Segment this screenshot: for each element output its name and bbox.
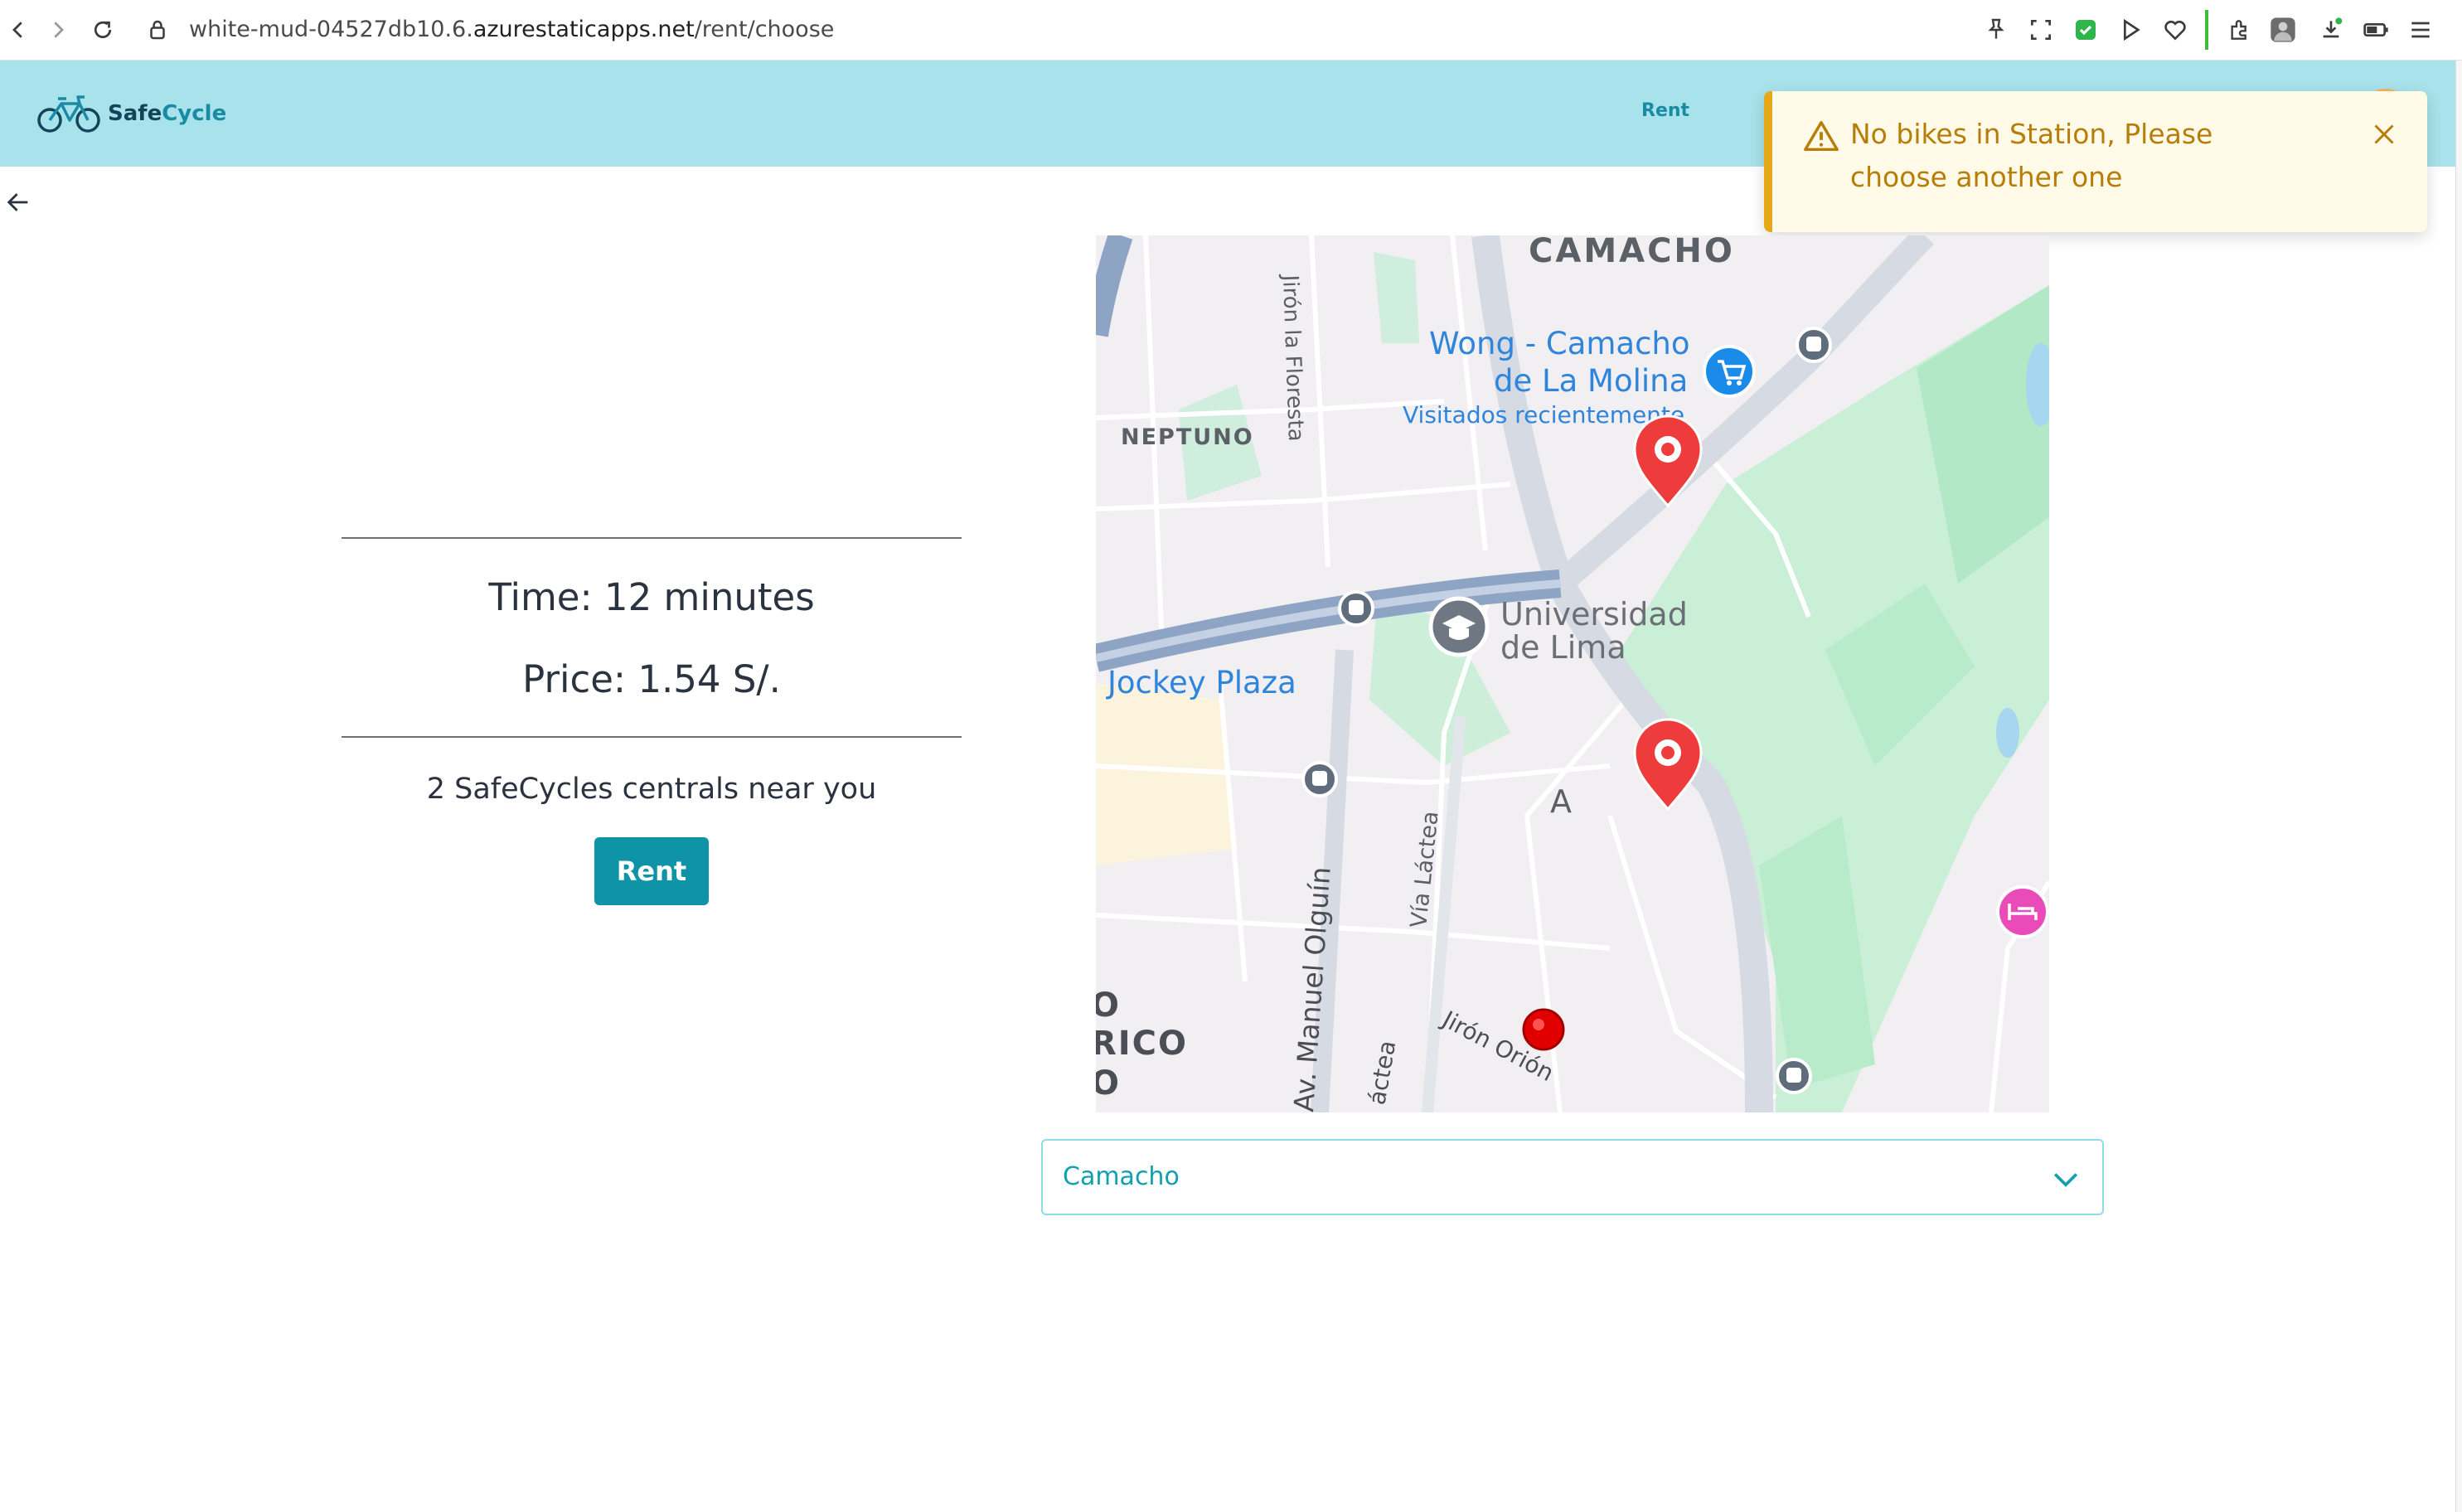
station-select-value: Camacho (1063, 1162, 1180, 1191)
hotel-icon (1996, 885, 2049, 938)
map-label-university-2: de Lima (1500, 629, 1626, 666)
bus-stop-icon (1338, 590, 1374, 627)
browser-forward-icon[interactable] (40, 12, 76, 48)
divider-top (342, 537, 962, 539)
battery-icon[interactable] (2359, 13, 2392, 46)
graduation-cap-icon (1428, 596, 1490, 657)
browser-reload-icon[interactable] (85, 12, 121, 48)
map-label-wong-2: de La Molina (1494, 363, 1688, 399)
extensions-icon[interactable] (2223, 13, 2256, 46)
bus-stop-icon (1796, 327, 1832, 363)
address-bar[interactable]: white-mud-04527db10.6.azurestaticapps.ne… (189, 13, 834, 46)
lock-icon[interactable] (139, 12, 176, 48)
safecycle-logo[interactable]: SafeCycle (36, 92, 226, 135)
chevron-down-icon (2053, 1173, 2078, 1187)
pin-tab-icon[interactable] (1980, 13, 2013, 46)
map-label-camacho: CAMACHO (1529, 235, 1735, 270)
menu-icon[interactable] (2404, 13, 2437, 46)
url-host: azurestaticapps.net (473, 17, 695, 42)
divider-bottom (342, 736, 962, 738)
rental-summary: Time: 12 minutes Price: 1.54 S/. 2 SafeC… (342, 537, 962, 905)
toast-message: No bikes in Station, Please choose anoth… (1850, 118, 2213, 193)
logo-text: SafeCycle (108, 101, 226, 126)
profile-avatar-icon[interactable] (2266, 13, 2300, 46)
close-icon (2374, 124, 2394, 144)
warning-toast: No bikes in Station, Please choose anoth… (1764, 91, 2427, 232)
map-label-rico-2: RICO (1096, 1025, 1188, 1063)
divider (2205, 10, 2208, 50)
station-map[interactable]: CAMACHO Wong - Camacho de La Molina Visi… (1096, 235, 2049, 1112)
station-select[interactable]: Camacho (1041, 1139, 2104, 1215)
map-label-wong-1: Wong - Camacho (1429, 326, 1690, 361)
screenshot-icon[interactable] (2024, 13, 2057, 46)
toast-close-button[interactable] (2366, 116, 2402, 153)
map-label-rico-1: O (1096, 986, 1119, 1025)
map-label-neptuno: NEPTUNO (1121, 424, 1254, 450)
user-location-icon (1522, 1008, 1565, 1051)
bicycle-icon (37, 95, 100, 133)
logo-text-safe: Safe (108, 101, 162, 126)
map-label-a: A (1550, 783, 1572, 820)
map-label-university-1: Universidad (1500, 596, 1688, 632)
rental-time: Time: 12 minutes (488, 575, 815, 619)
back-button[interactable] (0, 184, 36, 220)
map-canvas: CAMACHO Wong - Camacho de La Molina Visi… (1096, 235, 2049, 1112)
bus-stop-icon (1776, 1058, 1812, 1094)
rental-price: Price: 1.54 S/. (522, 657, 781, 701)
logo-text-cycle: Cycle (162, 101, 227, 126)
shopping-cart-icon (1703, 345, 1756, 398)
window-edge (2455, 61, 2462, 1512)
map-label-visited: Visitados recientemente (1403, 401, 1684, 429)
bus-stop-icon (1301, 761, 1338, 797)
download-icon[interactable] (2314, 13, 2348, 46)
browser-back-icon[interactable] (0, 12, 36, 48)
arrow-left-icon (7, 193, 28, 211)
rent-button[interactable]: Rent (594, 837, 709, 905)
shield-check-icon[interactable] (2069, 13, 2102, 46)
map-label-jockey: Jockey Plaza (1106, 665, 1296, 700)
map-label-rico-3: O (1096, 1064, 1119, 1102)
heart-icon[interactable] (2159, 13, 2192, 46)
warning-icon (1804, 121, 1839, 152)
url-prefix: white-mud-04527db10.6. (189, 17, 473, 42)
play-icon[interactable] (2114, 13, 2147, 46)
nearby-centrals-text: 2 SafeCycles centrals near you (426, 773, 877, 806)
nav-link-rent[interactable]: Rent (1641, 100, 1689, 121)
browser-toolbar: white-mud-04527db10.6.azurestaticapps.ne… (0, 0, 2462, 61)
url-path: /rent/choose (694, 17, 835, 42)
